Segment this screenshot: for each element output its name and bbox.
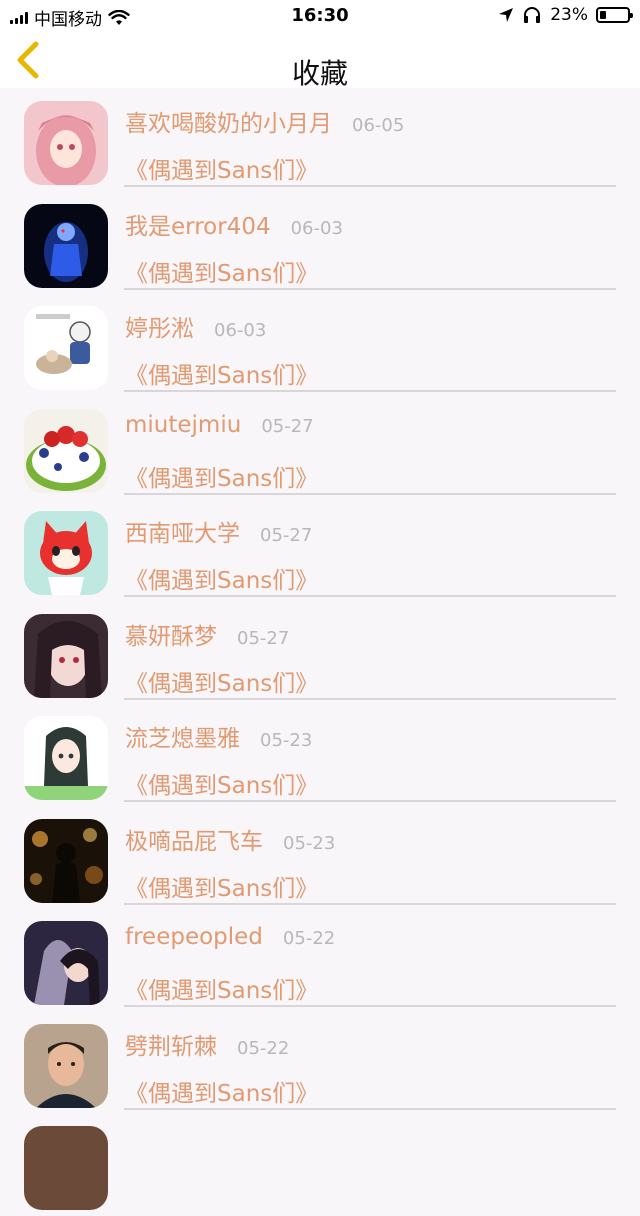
divider [124,287,616,290]
divider [124,595,616,597]
book-title[interactable]: 《偶遇到Sans们》 [125,869,318,903]
user-name[interactable]: freepeopled [125,924,263,950]
divider [124,1005,616,1007]
name-line: miutejmiu 05-27 [125,412,314,438]
avatar[interactable] [24,613,108,698]
page-title: 收藏 [291,57,348,90]
avatar[interactable] [24,716,108,800]
list-item[interactable]: freepeopled 05-22 《偶遇到Sans们》 [0,908,640,1011]
user-name[interactable]: 西南哑大学 [125,514,240,548]
user-name[interactable]: 极嘀品屁飞车 [125,822,263,856]
name-line: 喜欢喝酸奶的小月月 06-05 [125,104,404,138]
avatar[interactable] [24,1023,108,1108]
divider [124,902,616,905]
favorite-date: 06-03 [214,320,267,341]
list-item[interactable]: 极嘀品屁飞车 05-23 《偶遇到Sans们》 [0,806,640,909]
book-title[interactable]: 《偶遇到Sans们》 [125,254,318,288]
list-item[interactable]: miutejmiu 05-27 《偶遇到Sans们》 [0,396,640,499]
list-item[interactable]: 西南哑大学 05-27 《偶遇到Sans们》 [0,498,640,601]
name-line: 慕妍酥梦 05-27 [125,617,289,651]
name-line: 流芝熄墨雅 05-23 [125,719,312,753]
book-title[interactable]: 《偶遇到Sans们》 [125,459,318,493]
list-item[interactable]: 慕妍酥梦 05-27 《偶遇到Sans们》 [0,601,640,704]
avatar[interactable] [24,511,108,595]
dark-blue-figure-avatar [24,203,108,288]
favorite-date: 05-23 [283,832,336,854]
book-title[interactable]: 《偶遇到Sans们》 [125,561,318,595]
battery-percent: 23% [550,5,588,25]
avatar[interactable] [24,101,108,185]
book-title[interactable]: 《偶遇到Sans们》 [125,971,318,1005]
sans-comic-avatar [24,306,108,390]
anime-dark-hair-avatar [24,613,108,698]
book-title[interactable]: 《偶遇到Sans们》 [125,664,318,698]
user-name[interactable]: miutejmiu [125,412,241,438]
divider [124,390,616,392]
status-bar: 中国移动 16:30 23% [0,0,640,32]
red-fox-cartoon-avatar [24,511,108,595]
name-line: freepeopled 05-22 [125,924,335,950]
location-arrow-icon [499,8,514,22]
divider [124,492,616,495]
list-item[interactable]: 婷彤淞 06-03 《偶遇到Sans们》 [0,293,640,396]
avatar[interactable] [24,1126,108,1210]
man-photo-avatar [24,1023,108,1108]
user-name[interactable]: 慕妍酥梦 [125,617,217,651]
list-item[interactable]: 喜欢喝酸奶的小月月 06-05 《偶遇到Sans们》 [0,88,640,191]
book-title[interactable]: 《偶遇到Sans们》 [125,356,318,390]
anime-pink-hair-avatar [24,101,108,185]
list-item-partial[interactable] [0,1113,640,1216]
name-line: 我是error404 06-03 [125,207,343,241]
headphones-icon [524,7,541,23]
battery-level [600,11,606,19]
anime-green-girl-avatar [24,716,108,800]
divider [124,185,616,187]
user-name[interactable]: 劈荆斩棘 [125,1027,217,1061]
divider [124,697,616,700]
avatar[interactable] [24,921,108,1005]
name-line: 西南哑大学 05-27 [125,514,312,548]
favorite-date: 05-27 [237,627,290,649]
divider [124,1107,616,1110]
avatar[interactable] [24,203,108,288]
status-right: 23% [498,5,633,25]
user-name[interactable]: 我是error404 [125,207,271,241]
favorite-date: 05-22 [237,1037,290,1059]
favorite-date: 06-03 [290,217,343,239]
list-item[interactable]: 我是error404 06-03 《偶遇到Sans们》 [0,191,640,294]
name-line: 劈荆斩棘 05-22 [125,1027,289,1061]
favorite-date: 05-27 [261,415,314,437]
favorite-date: 05-27 [260,525,313,546]
favorite-date: 05-22 [282,928,336,949]
fruit-cake-avatar [24,408,108,493]
avatar[interactable] [24,306,108,390]
book-title[interactable]: 《偶遇到Sans们》 [125,151,318,185]
name-line: 极嘀品屁飞车 05-23 [125,822,335,856]
favorite-date: 05-23 [260,730,313,751]
avatar[interactable] [24,408,108,493]
list-item[interactable]: 流芝熄墨雅 05-23 《偶遇到Sans们》 [0,703,640,806]
book-title[interactable]: 《偶遇到Sans们》 [125,766,318,800]
favorites-list: 喜欢喝酸奶的小月月 06-05 《偶遇到Sans们》 我是error404 06… [0,88,640,1216]
book-title[interactable]: 《偶遇到Sans们》 [125,1074,318,1108]
nav-bar: 收藏 [0,32,640,90]
bokeh-silhouette-avatar [24,818,108,903]
user-name[interactable]: 流芝熄墨雅 [125,719,240,753]
user-name[interactable]: 婷彤淞 [125,309,194,343]
user-name[interactable]: 喜欢喝酸奶的小月月 [125,104,332,138]
list-item[interactable]: 劈荆斩棘 05-22 《偶遇到Sans们》 [0,1011,640,1114]
name-line: 婷彤淞 06-03 [125,309,266,343]
battery-icon [596,7,633,23]
divider [124,800,616,802]
woman-portrait-avatar [24,921,108,1005]
avatar[interactable] [24,818,108,903]
favorite-date: 06-05 [352,115,405,136]
